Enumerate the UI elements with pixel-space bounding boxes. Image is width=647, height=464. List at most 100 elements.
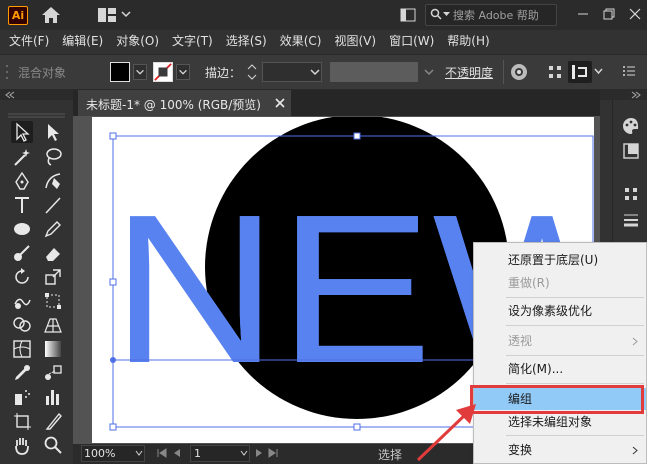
chevron-down-icon [443, 12, 450, 16]
chevron-down-icon[interactable] [594, 67, 603, 75]
magic-wand-tool-icon[interactable] [11, 146, 33, 168]
highlight-annotation [470, 385, 644, 414]
hand-tool-icon[interactable] [11, 434, 33, 456]
panel-toggle-icon[interactable] [400, 8, 416, 22]
menu-item-redo[interactable]: 重做(R) [474, 272, 646, 294]
stroke-label: 描边： [205, 66, 242, 80]
shape-builder-tool-icon[interactable] [11, 314, 33, 336]
submenu-arrow-icon [632, 446, 638, 455]
libraries-icon[interactable] [622, 142, 640, 160]
menu-item-perspective[interactable]: 透视 [474, 330, 646, 352]
menu-type[interactable]: 文字(T) [172, 30, 213, 52]
last-artboard-icon[interactable] [268, 448, 278, 458]
chevron-down-icon[interactable] [176, 64, 190, 80]
pen-tool-icon[interactable] [11, 170, 33, 192]
slice-tool-icon[interactable] [42, 410, 64, 432]
chevron-down-icon[interactable] [133, 64, 147, 80]
menu-edit[interactable]: 编辑(E) [62, 30, 103, 52]
scale-tool-icon[interactable] [42, 266, 64, 288]
anchor-point [110, 357, 116, 363]
color-palette-icon[interactable] [622, 117, 640, 135]
stroke-panel-icon[interactable] [622, 211, 640, 229]
collapse-icon[interactable] [5, 91, 15, 99]
symbol-sprayer-tool-icon[interactable] [11, 386, 33, 408]
chevron-down-icon[interactable] [423, 66, 435, 78]
chevron-down-icon[interactable] [121, 9, 131, 19]
restore-icon[interactable] [598, 4, 620, 24]
close-icon[interactable] [275, 98, 285, 108]
submenu-arrow-icon [632, 337, 638, 346]
free-transform-tool-icon[interactable] [42, 290, 64, 312]
menu-item-undo-send-to-back[interactable]: 还原置于底层(U) [474, 249, 646, 271]
chevron-down-icon[interactable] [240, 449, 248, 457]
line-tool-icon[interactable] [42, 194, 64, 216]
menu-window[interactable]: 窗口(W) [389, 30, 434, 52]
current-tool-status: 选择 [378, 448, 403, 462]
menu-effect[interactable]: 效果(C) [280, 30, 322, 52]
workspace-layout-icon[interactable] [97, 7, 117, 23]
transform-icon[interactable] [568, 61, 592, 83]
menu-separator [506, 435, 644, 436]
previous-artboard-icon[interactable] [172, 448, 182, 458]
direct-selection-tool-icon[interactable] [42, 121, 64, 143]
menu-separator [506, 325, 644, 326]
rotate-tool-icon[interactable] [11, 266, 33, 288]
mesh-tool-icon[interactable] [11, 338, 33, 360]
next-artboard-icon[interactable] [254, 448, 264, 458]
home-icon[interactable] [41, 6, 61, 24]
search-placeholder: 搜索 Adobe 帮助 [453, 9, 539, 22]
ellipse-tool-icon[interactable] [11, 218, 33, 240]
toolbar-grip-icon[interactable] [0, 112, 73, 120]
search-icon [430, 8, 442, 20]
perspective-grid-tool-icon[interactable] [42, 314, 64, 336]
align-icon[interactable] [547, 64, 563, 80]
panel-menu-icon[interactable] [622, 65, 636, 77]
app-logo: Ai [8, 6, 28, 25]
chevron-down-icon[interactable] [135, 449, 143, 457]
menu-item-pixel-optimize[interactable]: 设为像素级优化 [474, 300, 646, 322]
menu-bar: 文件(F) 编辑(E) 对象(O) 文字(T) 选择(S) 效果(C) 视图(V… [0, 30, 647, 52]
type-tool-icon[interactable] [11, 194, 33, 216]
menu-item-transform[interactable]: 变换 [474, 439, 646, 461]
blend-tool-icon[interactable] [42, 362, 64, 384]
curvature-tool-icon[interactable] [42, 170, 64, 192]
warp-tool-icon[interactable] [11, 290, 33, 312]
menu-item-select-ungrouped[interactable]: 选择未编组对象 [474, 411, 646, 433]
selection-tool-icon[interactable] [11, 121, 33, 143]
variable-width-profile[interactable] [330, 62, 418, 82]
document-tab-title: 未标题-1* @ 100% (RGB/预览) [86, 98, 261, 112]
menu-object[interactable]: 对象(O) [116, 30, 159, 52]
column-graph-tool-icon[interactable] [42, 386, 64, 408]
stroke-weight-stepper[interactable] [245, 62, 259, 82]
minimize-icon[interactable] [572, 4, 594, 24]
pencil-tool-icon[interactable] [42, 218, 64, 240]
fill-color-swatch[interactable] [110, 62, 130, 82]
grip-icon[interactable] [5, 62, 9, 82]
menu-select[interactable]: 选择(S) [226, 30, 267, 52]
eraser-tool-icon[interactable] [42, 242, 64, 264]
stroke-none-swatch[interactable] [153, 62, 173, 82]
selection-type-label: 混合对象 [18, 66, 67, 80]
artboard-tool-icon[interactable] [11, 410, 33, 432]
lasso-tool-icon[interactable] [42, 146, 64, 168]
chevron-down-icon[interactable] [308, 63, 322, 81]
menu-separator [506, 383, 644, 384]
menu-separator [506, 297, 644, 298]
recolor-artwork-icon[interactable] [510, 63, 528, 81]
properties-icon[interactable] [622, 185, 640, 203]
menu-view[interactable]: 视图(V) [334, 30, 376, 52]
eyedropper-tool-icon[interactable] [11, 362, 33, 384]
opacity-label[interactable]: 不透明度 [445, 64, 493, 81]
zoom-tool-icon[interactable] [42, 434, 64, 456]
first-artboard-icon[interactable] [157, 448, 167, 458]
close-icon[interactable] [624, 4, 646, 24]
menu-separator [506, 355, 644, 356]
menu-help[interactable]: 帮助(H) [447, 30, 489, 52]
menu-file[interactable]: 文件(F) [9, 30, 49, 52]
paintbrush-tool-icon[interactable] [11, 242, 33, 264]
expand-icon[interactable] [631, 91, 641, 99]
callout-arrow-icon [416, 404, 476, 462]
menu-item-simplify[interactable]: 简化(M)... [474, 358, 646, 380]
divider [503, 60, 504, 84]
gradient-tool-icon[interactable] [42, 338, 64, 360]
